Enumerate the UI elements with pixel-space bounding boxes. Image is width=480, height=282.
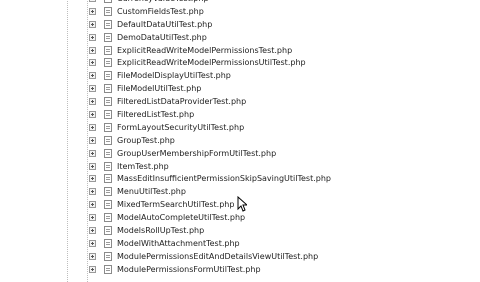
expand-icon[interactable] [89,111,96,119]
tree-item[interactable]: MassEditInsufficientPermissionSkipSaving… [0,172,480,185]
php-file-icon [104,71,112,81]
expand-icon[interactable] [89,201,96,209]
file-name[interactable]: ModulePermissionsEditAndDetailsViewUtilT… [117,250,318,263]
tree-item[interactable]: GroupTest.php [0,134,480,147]
file-name[interactable]: FileModelUtilTest.php [117,82,201,95]
tree-item[interactable]: ModelsRollUpTest.php [0,224,480,237]
file-name[interactable]: FormLayoutSecurityUtilTest.php [117,121,244,134]
expand-icon[interactable] [89,123,96,131]
tree-item[interactable]: CustomFieldsTest.php [0,5,480,18]
file-name[interactable]: DefaultDataUtilTest.php [117,18,212,31]
expand-icon[interactable] [89,85,96,93]
file-name[interactable]: GroupUserMembershipFormUtilTest.php [117,147,276,160]
tree-item[interactable]: ExplicitReadWriteModelPermissionsUtilTes… [0,56,480,69]
expand-icon[interactable] [89,175,96,183]
php-file-icon [104,238,112,248]
file-tree: CurrencyValueTest.phpCustomFieldsTest.ph… [0,0,480,282]
expand-icon[interactable] [89,59,96,67]
php-file-icon [104,213,112,223]
mouse-pointer-icon [237,196,247,212]
tree-item[interactable]: ModelAutoCompleteUtilTest.php [0,211,480,224]
php-file-icon [104,84,112,94]
expand-icon[interactable] [89,214,96,222]
expand-icon[interactable] [89,136,96,144]
tree-item[interactable]: ModulePermissionsEditAndDetailsViewUtilT… [0,250,480,263]
file-list: CurrencyValueTest.phpCustomFieldsTest.ph… [0,0,480,276]
file-name[interactable]: ModelWithAttachmentTest.php [117,237,240,250]
php-file-icon [104,19,112,29]
tree-item[interactable]: DefaultDataUtilTest.php [0,18,480,31]
file-name[interactable]: ItemTest.php [117,160,169,173]
php-file-icon [104,6,112,16]
tree-item[interactable]: GroupUserMembershipFormUtilTest.php [0,147,480,160]
php-file-icon [104,58,112,68]
expand-icon[interactable] [89,7,96,15]
file-name[interactable]: ModulePermissionsFormUtilTest.php [117,263,261,276]
expand-icon[interactable] [89,0,96,2]
tree-item[interactable]: ModelWithAttachmentTest.php [0,237,480,250]
file-name[interactable]: ModelsRollUpTest.php [117,224,204,237]
file-name[interactable]: FilteredListTest.php [117,108,194,121]
expand-icon[interactable] [89,72,96,80]
file-name[interactable]: FilteredListDataProviderTest.php [117,95,246,108]
php-file-icon [104,264,112,274]
php-file-icon [104,148,112,158]
expand-icon[interactable] [89,162,96,170]
expand-icon[interactable] [89,188,96,196]
tree-item[interactable]: ItemTest.php [0,160,480,173]
php-file-icon [104,97,112,107]
file-name[interactable]: FileModelDisplayUtilTest.php [117,69,231,82]
php-file-icon [104,110,112,120]
expand-icon[interactable] [89,46,96,54]
file-name[interactable]: ModelAutoCompleteUtilTest.php [117,211,245,224]
file-name[interactable]: GroupTest.php [117,134,175,147]
php-file-icon [104,187,112,197]
file-name[interactable]: MassEditInsufficientPermissionSkipSaving… [117,172,331,185]
php-file-icon [104,200,112,210]
tree-item[interactable]: DemoDataUtilTest.php [0,31,480,44]
tree-item[interactable]: FormLayoutSecurityUtilTest.php [0,121,480,134]
expand-icon[interactable] [89,252,96,260]
file-name[interactable]: MixedTermSearchUtilTest.php [117,198,234,211]
expand-icon[interactable] [89,33,96,41]
file-name[interactable]: MenuUtilTest.php [117,185,186,198]
expand-icon[interactable] [89,239,96,247]
expand-icon[interactable] [89,265,96,273]
php-file-icon [104,32,112,42]
php-file-icon [104,161,112,171]
php-file-icon [104,122,112,132]
file-name[interactable]: DemoDataUtilTest.php [117,31,207,44]
php-file-icon [104,174,112,184]
php-file-icon [104,251,112,261]
file-name[interactable]: ExplicitReadWriteModelPermissionsTest.ph… [117,44,292,57]
tree-item[interactable]: FilteredListDataProviderTest.php [0,95,480,108]
tree-item[interactable]: FileModelUtilTest.php [0,82,480,95]
tree-item[interactable]: FilteredListTest.php [0,108,480,121]
file-name[interactable]: CustomFieldsTest.php [117,5,204,18]
expand-icon[interactable] [89,98,96,106]
tree-item[interactable]: FileModelDisplayUtilTest.php [0,69,480,82]
php-file-icon [104,0,112,3]
expand-icon[interactable] [89,227,96,235]
php-file-icon [104,226,112,236]
php-file-icon [104,45,112,55]
file-name[interactable]: ExplicitReadWriteModelPermissionsUtilTes… [117,56,306,69]
tree-item[interactable]: ExplicitReadWriteModelPermissionsTest.ph… [0,44,480,57]
tree-item[interactable]: ModulePermissionsFormUtilTest.php [0,263,480,276]
expand-icon[interactable] [89,149,96,157]
php-file-icon [104,135,112,145]
expand-icon[interactable] [89,20,96,28]
